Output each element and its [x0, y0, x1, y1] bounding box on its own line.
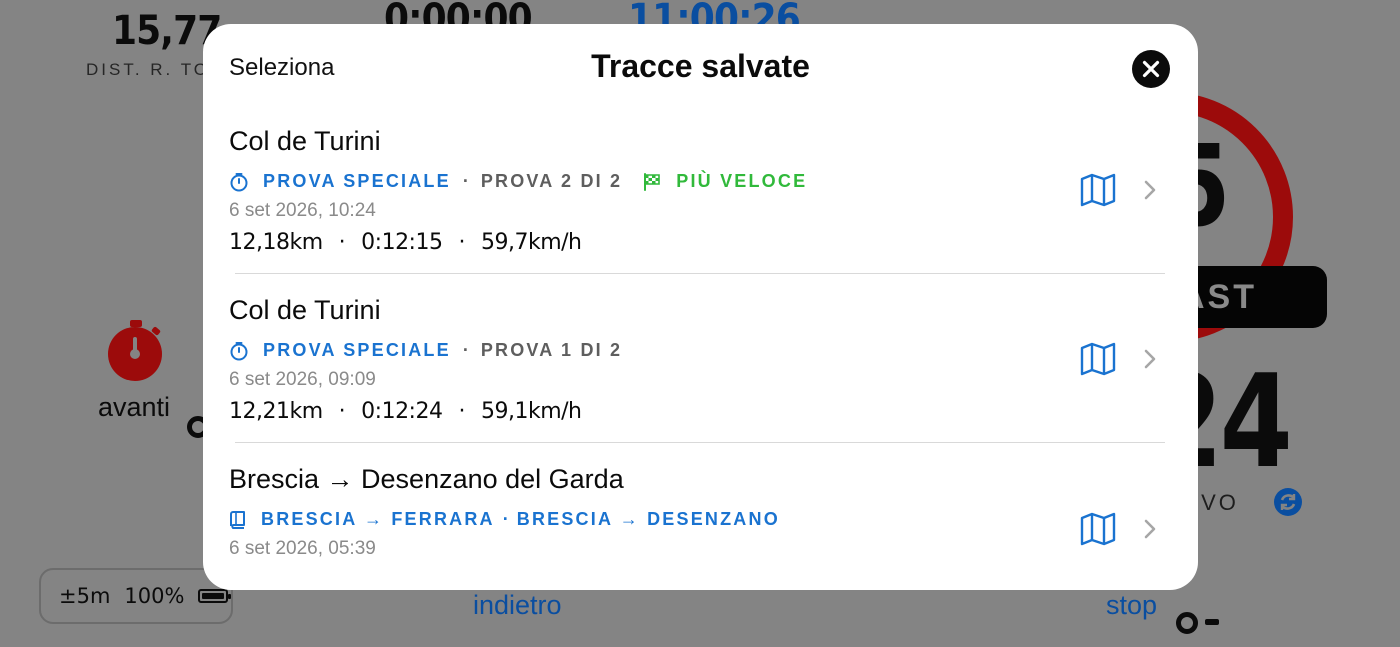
track-kind: PROVA SPECIALE [263, 171, 451, 191]
track-date: 6 set 2026, 10:24 [229, 200, 376, 221]
track-duration: 0:12:24 [361, 399, 443, 424]
modal-title: Tracce salvate [591, 48, 810, 84]
book-icon [230, 510, 245, 529]
map-icon [1080, 173, 1116, 207]
forward-label[interactable]: avanti [98, 392, 170, 423]
stopwatch-icon [230, 172, 248, 191]
track-row[interactable]: Col de Turini PROVA SPECIALE · PROVA 2 D… [229, 126, 1165, 255]
battery-percent: 100% [124, 584, 185, 608]
gps-accuracy: ±5m [59, 584, 111, 608]
stopwatch-icon [230, 341, 248, 360]
track-stage: PROVA 2 DI 2 [480, 171, 623, 191]
map-icon [1080, 342, 1116, 376]
track-date: 6 set 2026, 05:39 [229, 538, 376, 559]
track-row[interactable]: Brescia → Desenzano del Garda BRESCIA → … [229, 464, 1165, 560]
track-distance: 12,21km [229, 399, 323, 424]
track-name: Brescia → Desenzano del Garda [229, 464, 624, 494]
stop-button[interactable]: stop [1106, 590, 1157, 621]
indicator-dot-right [1176, 612, 1198, 634]
big-counter-label: IVO [1192, 490, 1239, 515]
track-avg-speed: 59,7km/h [480, 230, 582, 255]
checkered-flag-icon [644, 172, 661, 191]
track-name: Col de Turini [229, 126, 381, 156]
refresh-icon[interactable] [1273, 487, 1303, 517]
fastest-badge: PIÙ VELOCE [676, 171, 808, 191]
close-button[interactable] [1132, 50, 1170, 88]
chevron-right-icon [1144, 349, 1156, 369]
track-row[interactable]: Col de Turini PROVA SPECIALE · PROVA 1 D… [229, 295, 1165, 424]
map-icon [1080, 512, 1116, 546]
battery-icon [198, 589, 232, 603]
map-button[interactable] [1080, 512, 1116, 546]
distance-label: DIST. R. TO [86, 60, 211, 79]
track-duration: 0:12:15 [361, 230, 443, 255]
track-stats: 12,21km · 0:12:24 · 59,1km/h [229, 399, 582, 424]
gps-status-box: ±5m 100% [39, 568, 233, 624]
track-kind: PROVA SPECIALE [263, 340, 451, 360]
track-meta: PROVA SPECIALE · PROVA 1 DI 2 [229, 340, 1165, 361]
back-button[interactable]: indietro [473, 590, 562, 621]
track-meta: PROVA SPECIALE · PROVA 2 DI 2 PIÙ VELOCE [229, 171, 1165, 192]
map-button[interactable] [1080, 342, 1116, 376]
indicator-dash [1205, 619, 1219, 625]
row-divider [235, 273, 1165, 274]
modal-header: Seleziona Tracce salvate [203, 24, 1198, 114]
stopwatch-icon[interactable] [107, 318, 165, 382]
track-name: Col de Turini [229, 295, 381, 325]
track-stats: 12,18km · 0:12:15 · 59,7km/h [229, 230, 582, 255]
route-label: BRESCIA → DESENZANO [516, 509, 780, 529]
row-divider [235, 442, 1165, 443]
roadbook-label: BRESCIA → FERRARA [261, 509, 495, 529]
map-button[interactable] [1080, 173, 1116, 207]
track-stage: PROVA 1 DI 2 [480, 340, 623, 360]
track-distance: 12,18km [229, 230, 323, 255]
chevron-right-icon [1144, 519, 1156, 539]
saved-tracks-modal: Seleziona Tracce salvate Col de Turini P… [203, 24, 1198, 590]
close-icon [1142, 60, 1160, 78]
chevron-right-icon [1144, 180, 1156, 200]
track-avg-speed: 59,1km/h [480, 399, 582, 424]
track-meta: BRESCIA → FERRARA · BRESCIA → DESENZANO [229, 509, 1165, 530]
track-date: 6 set 2026, 09:09 [229, 369, 376, 390]
